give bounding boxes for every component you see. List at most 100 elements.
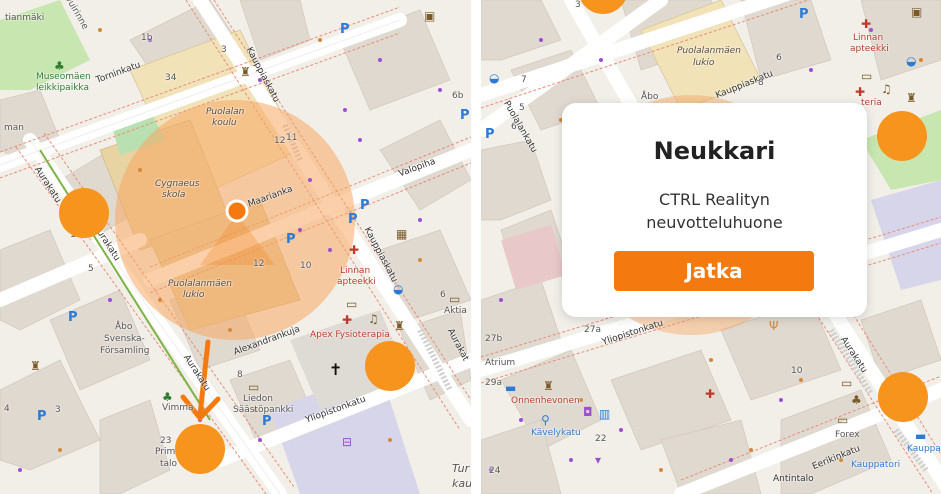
place-label-liedon: Liedon: [243, 394, 273, 404]
place-label-koulu: koulu: [212, 118, 237, 128]
restaurant-icon: Ψ: [769, 319, 779, 333]
music-icon: ♫: [368, 312, 379, 326]
place-label-abo: Åbo: [641, 92, 659, 102]
place-label-vimma: Vimma: [162, 403, 194, 413]
house-number: 6: [511, 122, 517, 132]
house-number: 29a: [485, 378, 502, 388]
health-icon: ✚: [855, 85, 866, 99]
parking-icon: P: [262, 414, 272, 429]
house-number: 34: [165, 73, 177, 83]
place-label-ateria: teria: [861, 98, 882, 108]
right-map-panel[interactable]: Puolalankatu Yliopistonkatu Aurakatu Eer…: [481, 0, 941, 494]
playground-icon: ♣: [54, 59, 65, 73]
place-label-lukio: lukio: [693, 58, 715, 68]
car-icon: ◒: [489, 71, 500, 85]
monument-icon: ♜: [543, 379, 554, 393]
house-number: 22: [595, 434, 607, 444]
dialog-subtitle-line2: neuvotteluhuone: [646, 213, 783, 232]
nav-marker-southeast[interactable]: [878, 372, 928, 422]
house-number: 24: [489, 466, 501, 476]
left-map-panel[interactable]: Torninkatu Kauppiaskatu Aurakatu Aurakat…: [0, 0, 471, 494]
room-info-dialog: Neukkari CTRL Realityn neuvotteluhuone J…: [562, 103, 867, 317]
monument-icon: ♜: [394, 319, 405, 333]
parking-icon: P: [286, 232, 296, 247]
house-number: 12: [274, 136, 286, 146]
panel-divider: [471, 0, 481, 494]
pharmacy-icon: ✚: [705, 387, 716, 401]
place-label-apex: Apex Fysioterapia: [310, 330, 390, 340]
house-number: 6: [776, 53, 782, 63]
house-number: 6b: [452, 91, 464, 101]
pharmacy-icon: ✚: [861, 17, 872, 31]
place-label-tianmaki: tianmäki: [5, 13, 45, 23]
music-icon: ♫: [881, 82, 892, 96]
nav-marker-east[interactable]: [365, 341, 415, 391]
nav-marker-east[interactable]: [877, 111, 927, 161]
cinema-icon: ▣: [911, 5, 923, 19]
shop-icon: ◘: [583, 405, 593, 419]
house-number: 3: [55, 405, 61, 415]
health-icon: ✚: [342, 313, 353, 327]
people-icon: ♣: [162, 390, 173, 404]
continue-button[interactable]: Jatka: [614, 251, 814, 291]
house-number: 27a: [584, 325, 601, 335]
place-label-aktia: Aktia: [444, 306, 467, 316]
house-number: 6: [440, 290, 446, 300]
parking-icon: P: [460, 108, 470, 123]
monument-icon: ♜: [240, 65, 251, 79]
bank-icon: ▭: [449, 292, 461, 306]
place-label-cygnaeus: Cygnaeus: [155, 179, 200, 189]
bus-icon: ▬: [915, 429, 927, 443]
house-number: 5: [88, 264, 94, 274]
parking-icon: P: [340, 22, 350, 37]
nav-marker-south[interactable]: [175, 424, 225, 474]
place-label-talo: talo: [160, 459, 178, 469]
parking-icon: P: [485, 127, 495, 142]
place-label-leikkipaikka: leikkipaikka: [36, 83, 89, 93]
house-number: 11: [286, 133, 298, 143]
place-label-puolalanmaen: Puolalanmäen: [677, 46, 741, 56]
monument-icon: ♜: [906, 91, 917, 105]
film-icon: ▦: [396, 227, 408, 241]
place-label-museomaen: Museomäen: [36, 72, 91, 82]
place-label-puolalan: Puolalan: [206, 107, 245, 117]
place-label-atrium: Atrium: [485, 358, 516, 368]
place-label-svenska: Svenska-: [104, 334, 145, 344]
house-number: 5: [519, 103, 525, 113]
place-label-prima: Prim: [155, 447, 176, 457]
place-label-apteekki: apteekki: [850, 44, 889, 54]
place-label-forsamling: Församling: [100, 346, 150, 356]
car-icon: ◒: [393, 282, 404, 296]
house-number: 8: [237, 370, 243, 380]
bus-icon: ▬: [505, 381, 517, 395]
cinema-icon: ▣: [424, 9, 436, 23]
church-cross-icon: ✝: [329, 360, 343, 379]
cart-icon: ▾: [595, 453, 602, 467]
place-label-forex: Forex: [835, 430, 860, 440]
theatre-icon: ♜: [30, 359, 41, 373]
place-label-onnenhevonen: Onnenhevonen: [511, 396, 580, 406]
place-label-kau: kau: [452, 477, 471, 490]
house-number: 23: [160, 436, 172, 446]
place-label-tur: Tur: [452, 462, 470, 475]
street-label-antintalo: Antintalo: [773, 474, 814, 484]
parking-icon: P: [37, 409, 47, 424]
house-number: 7: [521, 75, 527, 85]
place-label-abo: Åbo: [115, 322, 133, 332]
place-label-puolalanmaen: Puolalanmäen: [168, 279, 232, 289]
house-number: 3: [221, 45, 227, 55]
nav-marker-west[interactable]: [59, 188, 109, 238]
bank-icon: ▭: [346, 297, 358, 311]
theatre-icon: ♣: [851, 393, 862, 407]
place-label-skola: skola: [162, 190, 186, 200]
bicycle-icon: ⚲: [541, 413, 550, 427]
place-label-kauppa: Kauppa: [907, 444, 941, 454]
parking-icon: P: [68, 310, 78, 325]
house-number: 12: [253, 259, 265, 269]
place-label-kauppatori: Kauppatori: [851, 460, 901, 470]
parking-icon: P: [348, 212, 358, 227]
house-number: 10: [300, 261, 312, 271]
bank-icon: ▭: [841, 376, 853, 390]
bank-icon: ▭: [861, 69, 873, 83]
house-number: 10: [791, 366, 803, 376]
